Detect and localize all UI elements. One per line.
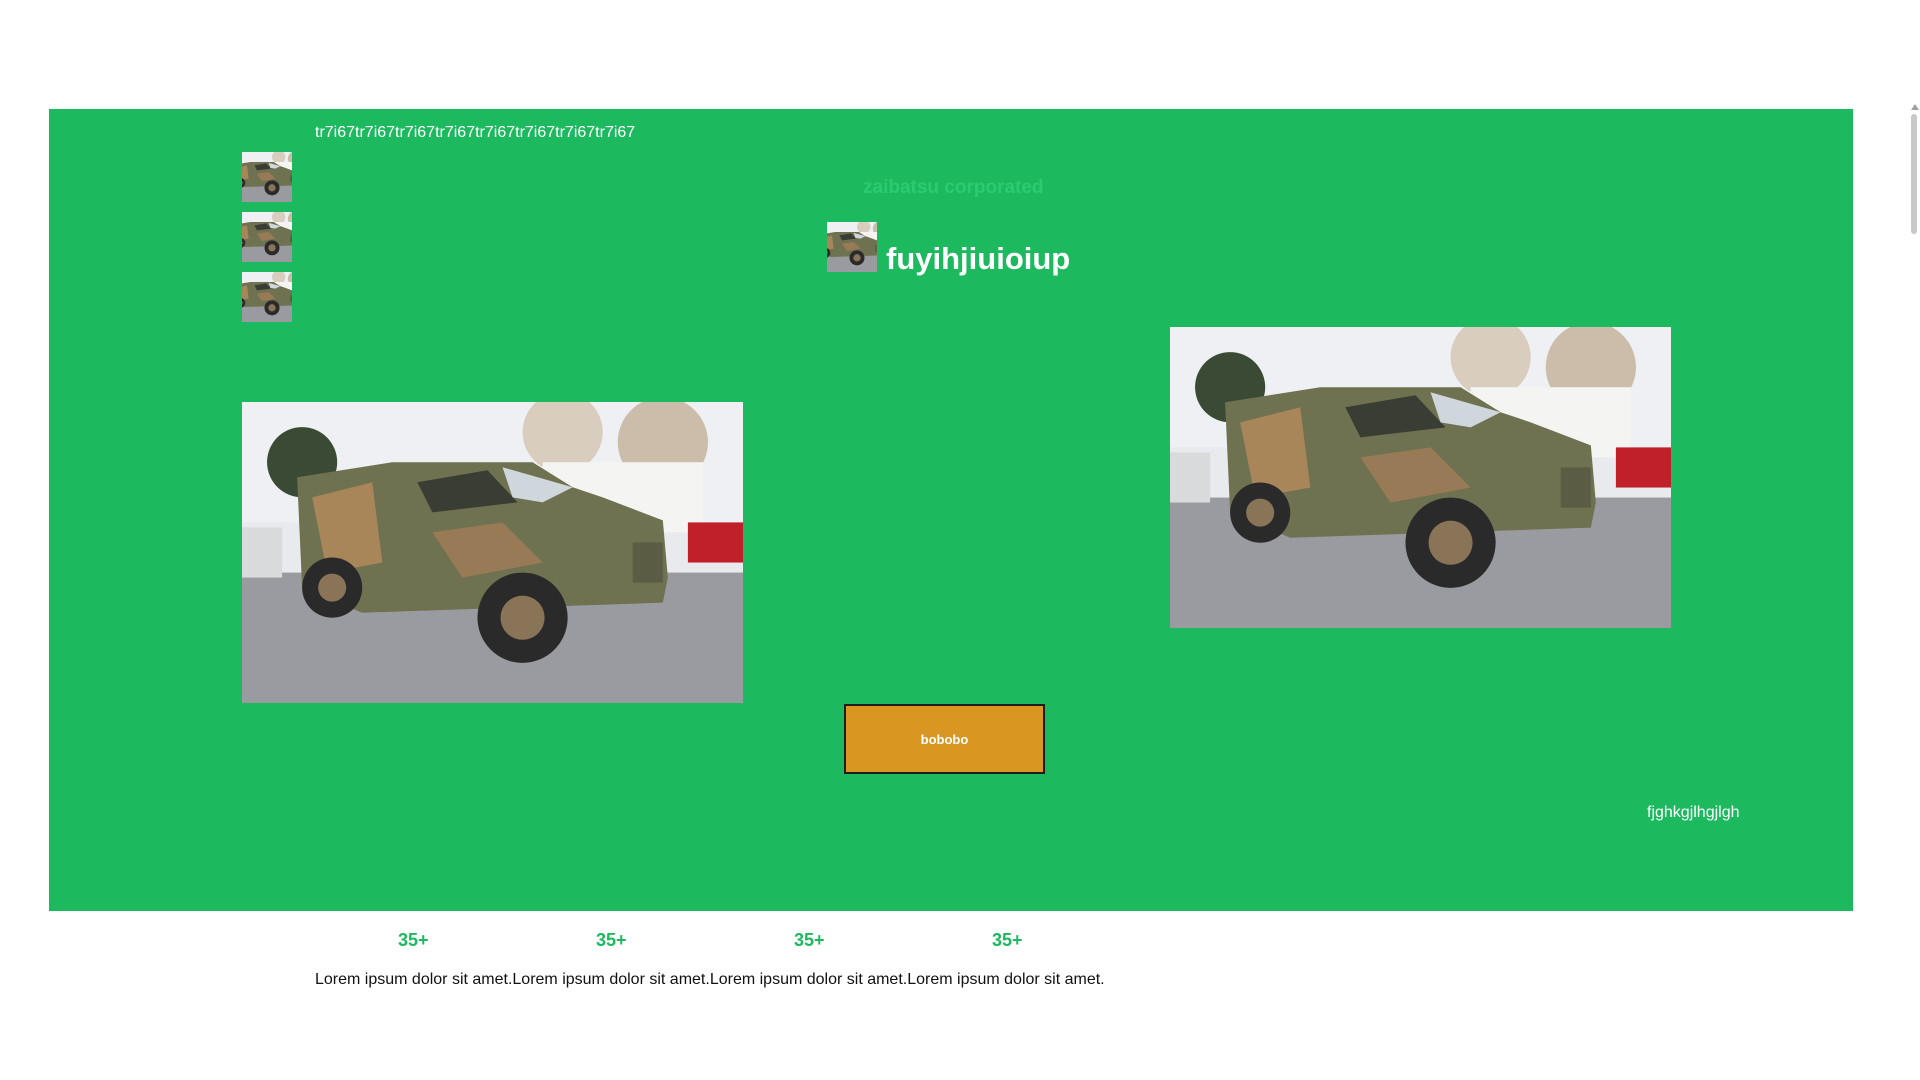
jeep-thumbnail-2[interactable] [242,212,292,262]
stat-value-2: 35+ [596,930,627,950]
hero-corner-text: fjghkgjlhgjlgh [1647,804,1740,821]
jeep-photo-left [242,402,743,703]
stat-value-4: 35+ [992,930,1023,950]
military-jeep-image [1170,327,1671,628]
jeep-photo-icon [242,272,292,322]
jeep-photo-icon [242,212,292,262]
scrollbar-thumb[interactable] [1911,114,1917,234]
stat-value-3: 35+ [794,930,825,950]
jeep-thumbnail-3[interactable] [242,272,292,322]
corporation-label: zaibatsu corporated [863,177,1044,198]
top-banner-text: tr7i67tr7i67tr7i67tr7i67tr7i67tr7i67tr7i… [315,124,636,141]
military-jeep-image [242,402,743,703]
bobobo-button[interactable]: bobobo [844,704,1045,774]
page-scrollbar[interactable] [1904,96,1920,1080]
scroll-up-icon[interactable] [1911,104,1919,110]
stat-value-1: 35+ [398,930,429,950]
brand-logo [827,222,877,272]
lorem-paragraph: Lorem ipsum dolor sit amet.Lorem ipsum d… [315,971,1105,988]
jeep-thumbnail-1[interactable] [242,152,292,202]
brand-title: fuyihjiuioiup [886,241,1071,276]
jeep-photo-icon [242,152,292,202]
jeep-photo-icon [827,222,877,272]
jeep-photo-right [1170,327,1671,628]
